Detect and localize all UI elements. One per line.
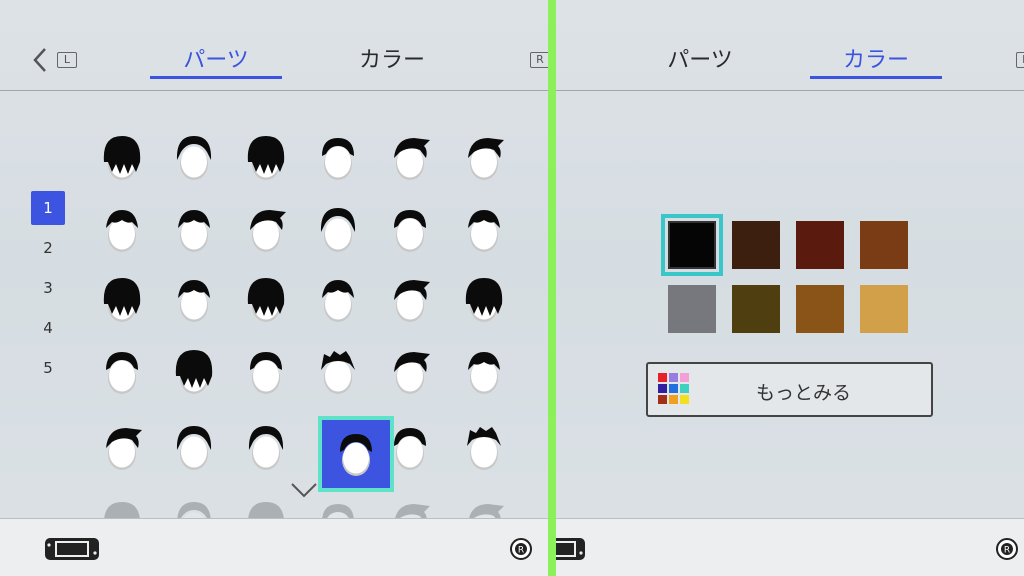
color-pane: パーツ カラー R もっとみる R (556, 0, 1024, 576)
page-number-3[interactable]: 3 (31, 271, 65, 305)
header-divider (0, 90, 548, 91)
color-swatch[interactable] (668, 285, 716, 333)
r-button-icon: R (1016, 52, 1024, 68)
handheld-console-icon (556, 538, 585, 560)
hair-style-tuft-icon[interactable] (452, 198, 516, 262)
color-swatch[interactable] (732, 285, 780, 333)
hair-style-short-spiky-top-icon[interactable] (306, 126, 370, 190)
hair-style-short-bowl-icon[interactable] (90, 126, 154, 190)
hair-style-buzz-icon[interactable] (90, 268, 154, 332)
hair-style-afro-icon[interactable] (90, 416, 154, 480)
split-divider (548, 0, 556, 576)
header-divider (556, 90, 1024, 91)
hair-style-center-part-icon[interactable] (378, 198, 442, 262)
color-swatch[interactable] (732, 221, 780, 269)
more-colors-label: もっとみる (755, 382, 851, 404)
hair-style-long-full-icon[interactable] (452, 416, 516, 480)
hair-style-neat-icon[interactable] (234, 198, 298, 262)
page-number-2[interactable]: 2 (31, 231, 65, 265)
color-swatch[interactable] (860, 285, 908, 333)
footer-bar: R (0, 518, 548, 576)
hair-style-short-round-icon[interactable] (234, 126, 298, 190)
hair-style-helmet-icon[interactable] (234, 268, 298, 332)
more-colors-button[interactable]: もっとみる (646, 362, 933, 417)
tab-parts[interactable]: パーツ (634, 42, 766, 74)
footer-bar: R (556, 518, 1024, 576)
page-number-1[interactable]: 1 (31, 191, 65, 225)
hair-style-side-sweep-icon[interactable] (452, 126, 516, 190)
page-number-5[interactable]: 5 (31, 351, 65, 385)
hair-style-short-center-icon[interactable] (162, 126, 226, 190)
tab-parts-underline (150, 76, 282, 79)
svg-text:R: R (1004, 546, 1010, 556)
hair-style-swoop-icon[interactable] (306, 198, 370, 262)
hair-style-curly-side-icon[interactable] (234, 340, 298, 404)
color-swatch[interactable] (860, 221, 908, 269)
back-chevron-icon[interactable] (30, 46, 50, 74)
hair-style-long-straight-icon[interactable] (378, 416, 442, 480)
page-number-4[interactable]: 4 (31, 311, 65, 345)
l-button-icon: L (57, 52, 77, 68)
tab-parts[interactable]: パーツ (150, 42, 282, 74)
tab-color[interactable]: カラー (326, 42, 458, 74)
hair-style-wild-spiky-icon[interactable] (452, 268, 516, 332)
color-swatch[interactable] (796, 285, 844, 333)
color-swatch[interactable] (661, 214, 723, 276)
handheld-console-icon (45, 538, 99, 560)
hair-style-messy-side-icon[interactable] (162, 340, 226, 404)
right-stick-icon: R (510, 538, 532, 560)
hair-style-long-side-icon[interactable] (162, 416, 226, 480)
hair-style-crew-icon[interactable] (306, 268, 370, 332)
svg-text:R: R (518, 546, 524, 556)
color-swatch[interactable] (796, 221, 844, 269)
parts-pane: L パーツ カラー R 1 2 3 4 5 R (0, 0, 548, 576)
tab-color-underline (810, 76, 942, 79)
r-button-icon: R (530, 52, 548, 68)
hair-style-long-fringe-icon[interactable] (378, 126, 442, 190)
hair-style-fluffy-icon[interactable] (378, 340, 442, 404)
right-stick-icon: R (996, 538, 1018, 560)
scroll-down-icon (291, 483, 317, 498)
hair-style-tousled-2-icon[interactable] (452, 340, 516, 404)
hair-style-side-part-icon[interactable] (90, 198, 154, 262)
hair-style-messy-icon[interactable] (90, 340, 154, 404)
hair-style-long-bob-icon[interactable] (234, 416, 298, 480)
hair-style-tousled-icon[interactable] (306, 340, 370, 404)
tab-color[interactable]: カラー (810, 42, 942, 74)
hair-style-side-flip-icon[interactable] (162, 198, 226, 262)
hair-style-spiky-front-icon[interactable] (378, 268, 442, 332)
hair-style-bob-bangs-icon[interactable] (162, 268, 226, 332)
